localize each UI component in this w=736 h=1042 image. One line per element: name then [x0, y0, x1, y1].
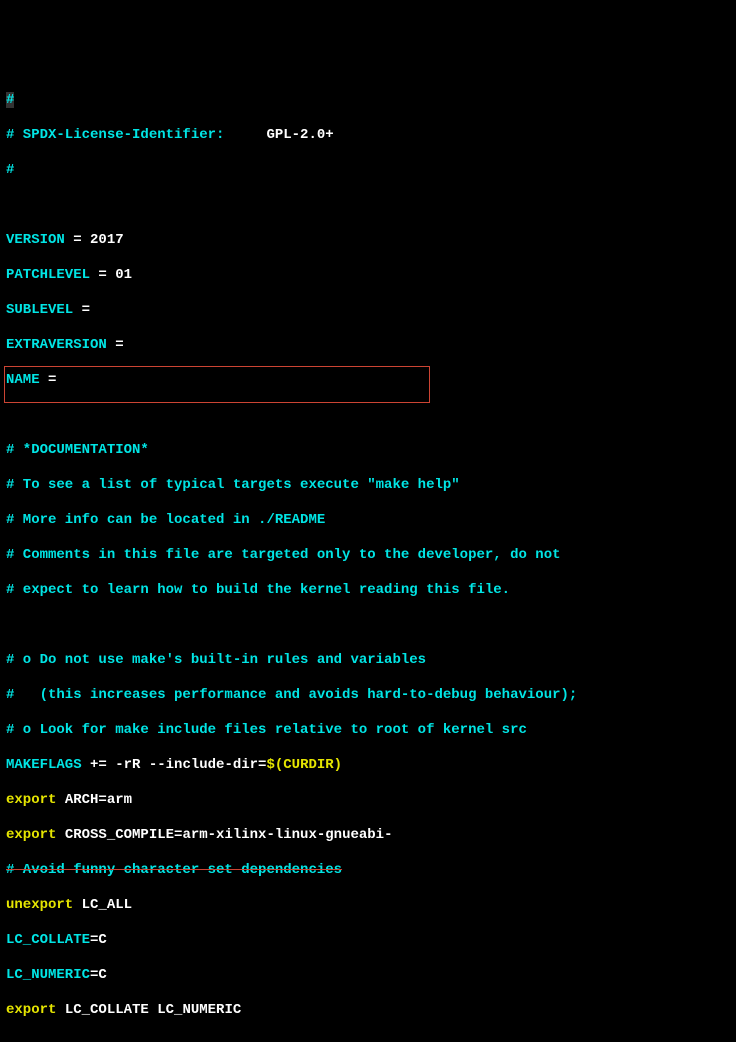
code-line: # [6, 162, 730, 180]
var-name: MAKEFLAGS [6, 757, 82, 773]
var-name: LC_NUMERIC [6, 967, 90, 983]
code-line: VERSION = 2017 [6, 232, 730, 250]
operator: = [90, 267, 115, 283]
comment-text: # Comments in this file are targeted onl… [6, 547, 561, 563]
operator: =C [90, 967, 107, 983]
code-line: LC_COLLATE=C [6, 932, 730, 950]
comment-text: # To see a list of typical targets execu… [6, 477, 460, 493]
curdir-var: $(CURDIR) [266, 757, 342, 773]
comment-text: # *DOCUMENTATION* [6, 442, 149, 458]
code-line: # Avoid funny character set dependencies [6, 862, 730, 880]
code-line: # (this increases performance and avoids… [6, 687, 730, 705]
code-line: # More info can be located in ./README [6, 512, 730, 530]
operator: = [73, 302, 90, 318]
code-line: MAKEFLAGS += -rR --include-dir=$(CURDIR) [6, 757, 730, 775]
code-line: # [6, 92, 730, 110]
operator: = [107, 337, 124, 353]
export-value: ARCH=arm [56, 792, 132, 808]
code-line: LC_NUMERIC=C [6, 967, 730, 985]
code-line: # SPDX-License-Identifier: GPL-2.0+ [6, 127, 730, 145]
var-name: EXTRAVERSION [6, 337, 107, 353]
terminal-output: # # SPDX-License-Identifier: GPL-2.0+ # … [6, 74, 730, 1042]
var-name: PATCHLEVEL [6, 267, 90, 283]
var-name: NAME [6, 372, 40, 388]
operator: = [65, 232, 90, 248]
export-value: LC_COLLATE LC_NUMERIC [56, 1002, 241, 1018]
code-line: EXTRAVERSION = [6, 337, 730, 355]
comment-text: # [6, 92, 14, 108]
var-value: 2017 [90, 232, 124, 248]
code-line: # Comments in this file are targeted onl… [6, 547, 730, 565]
export-value: CROSS_COMPILE=arm-xilinx-linux-gnueabi- [56, 827, 392, 843]
var-value: 01 [115, 267, 132, 283]
blank-line [6, 197, 730, 215]
code-line: # expect to learn how to build the kerne… [6, 582, 730, 600]
blank-line [6, 407, 730, 425]
code-line: PATCHLEVEL = 01 [6, 267, 730, 285]
code-line: # o Do not use make's built-in rules and… [6, 652, 730, 670]
comment-text: # Avoid funny character set dependencies [6, 862, 342, 878]
comment-text: # (this increases performance and avoids… [6, 687, 577, 703]
export-keyword: export [6, 792, 56, 808]
unexport-value: LC_ALL [73, 897, 132, 913]
comment-text: # expect to learn how to build the kerne… [6, 582, 510, 598]
code-line: # *DOCUMENTATION* [6, 442, 730, 460]
comment-text: # More info can be located in ./README [6, 512, 325, 528]
code-line: SUBLEVEL = [6, 302, 730, 320]
var-name: VERSION [6, 232, 65, 248]
comment-text: # SPDX-License-Identifier: [6, 127, 266, 143]
operator: += -rR --include-dir= [82, 757, 267, 773]
unexport-keyword: unexport [6, 897, 73, 913]
code-line: NAME = [6, 372, 730, 390]
code-line: export LC_COLLATE LC_NUMERIC [6, 1002, 730, 1020]
operator: = [40, 372, 57, 388]
comment-text: # o Look for make include files relative… [6, 722, 527, 738]
blank-line [6, 617, 730, 635]
code-line: # To see a list of typical targets execu… [6, 477, 730, 495]
operator: =C [90, 932, 107, 948]
export-keyword: export [6, 827, 56, 843]
var-name: LC_COLLATE [6, 932, 90, 948]
code-line: export CROSS_COMPILE=arm-xilinx-linux-gn… [6, 827, 730, 845]
comment-text: # o Do not use make's built-in rules and… [6, 652, 426, 668]
code-line: unexport LC_ALL [6, 897, 730, 915]
comment-text: # [6, 162, 14, 178]
var-name: SUBLEVEL [6, 302, 73, 318]
license-value: GPL-2.0+ [266, 127, 333, 143]
code-line: export ARCH=arm [6, 792, 730, 810]
export-keyword: export [6, 1002, 56, 1018]
blank-line [6, 1037, 730, 1042]
code-line: # o Look for make include files relative… [6, 722, 730, 740]
